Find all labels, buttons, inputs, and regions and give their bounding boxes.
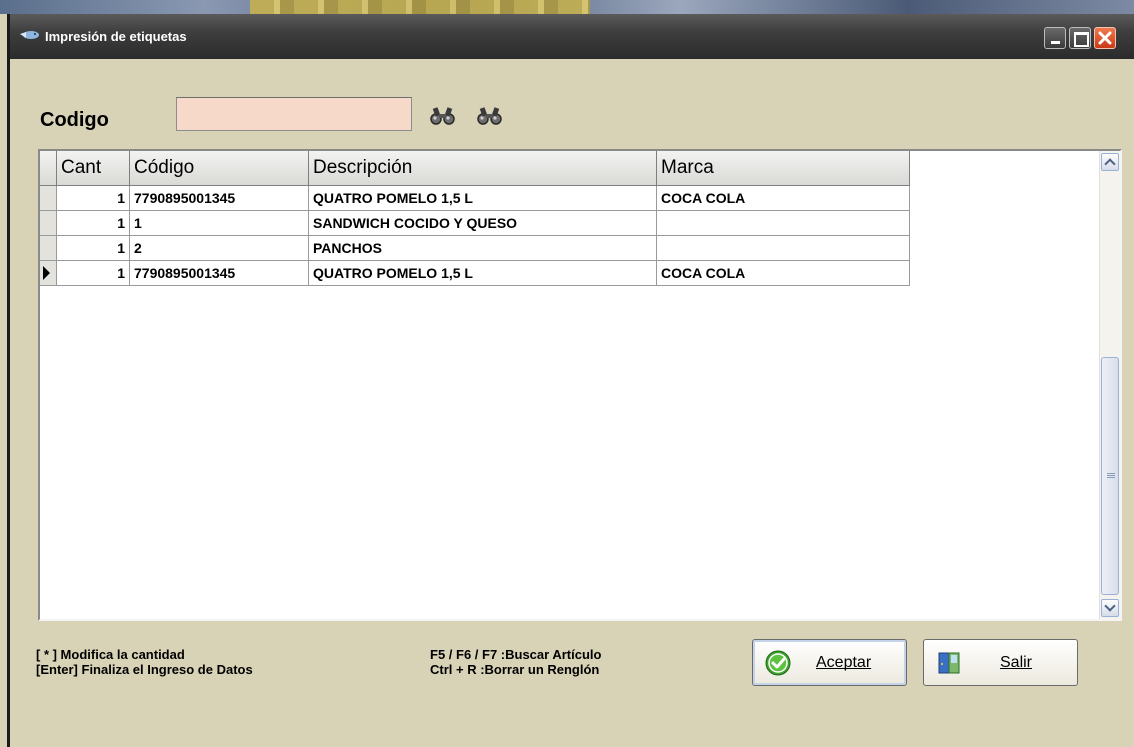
cell-descripcion[interactable]: SANDWICH COCIDO Y QUESO — [308, 210, 657, 236]
vertical-scrollbar[interactable] — [1099, 151, 1120, 619]
maximize-button[interactable] — [1069, 27, 1091, 49]
close-button[interactable] — [1094, 27, 1116, 49]
scroll-grip — [1107, 473, 1115, 479]
cell-marca[interactable] — [656, 210, 910, 236]
desktop-background-decoration — [250, 0, 590, 14]
cell-cant[interactable]: 1 — [56, 210, 130, 236]
items-table: Cant Código Descripción Marca 1 77908950… — [40, 151, 910, 286]
exit-door-icon — [938, 652, 960, 674]
table-row[interactable]: 1 1 SANDWICH COCIDO Y QUESO — [40, 210, 910, 236]
salir-button[interactable]: Salir — [923, 639, 1078, 686]
minimize-button[interactable] — [1044, 27, 1066, 49]
help-modify-quantity: [ * ] Modifica la cantidad — [36, 647, 185, 662]
cell-codigo[interactable]: 7790895001345 — [129, 185, 309, 211]
form-body: Codigo Cant Código Descripción Marca 1 7… — [10, 59, 1134, 747]
items-grid[interactable]: Cant Código Descripción Marca 1 77908950… — [38, 149, 1122, 621]
row-selector[interactable] — [40, 210, 57, 236]
title-bar[interactable]: Impresión de etiquetas — [10, 14, 1134, 59]
app-icon — [20, 31, 39, 39]
column-header-descripcion[interactable]: Descripción — [308, 151, 657, 186]
scroll-up-button[interactable] — [1101, 153, 1119, 171]
row-indicator-header — [40, 151, 57, 186]
cell-cant[interactable]: 1 — [56, 235, 130, 261]
help-text-shortcuts: F5 / F6 / F7 :Buscar Artículo Ctrl + R :… — [430, 647, 601, 677]
column-header-codigo[interactable]: Código — [129, 151, 309, 186]
salir-label: Salir — [1000, 654, 1033, 671]
cell-descripcion[interactable]: QUATRO POMELO 1,5 L — [308, 185, 657, 211]
binoculars-icon[interactable] — [428, 106, 458, 126]
cell-cant[interactable]: 1 — [56, 260, 130, 286]
cell-marca[interactable]: COCA COLA — [656, 260, 910, 286]
codigo-label: Codigo — [40, 109, 109, 131]
cell-cant[interactable]: 1 — [56, 185, 130, 211]
cell-descripcion[interactable]: PANCHOS — [308, 235, 657, 261]
scroll-down-button[interactable] — [1101, 599, 1119, 617]
help-delete-row: Ctrl + R :Borrar un Renglón — [430, 662, 600, 677]
help-search-article: F5 / F6 / F7 :Buscar Artículo — [430, 647, 602, 662]
row-selector[interactable] — [40, 185, 57, 211]
row-selector[interactable] — [40, 235, 57, 261]
table-row[interactable]: 1 7790895001345 QUATRO POMELO 1,5 L COCA… — [40, 260, 910, 286]
column-header-cant[interactable]: Cant — [56, 151, 130, 186]
aceptar-button[interactable]: Aceptar — [752, 639, 907, 686]
codigo-input[interactable] — [176, 97, 412, 131]
help-finish-entry: [Enter] Finaliza el Ingreso de Datos — [36, 662, 253, 677]
app-window: Impresión de etiquetas Codigo Cant Códig… — [7, 14, 1134, 747]
scroll-thumb[interactable] — [1101, 357, 1119, 595]
cell-marca[interactable]: COCA COLA — [656, 185, 910, 211]
window-title: Impresión de etiquetas — [45, 29, 187, 44]
current-row-indicator[interactable] — [40, 260, 57, 286]
cell-codigo[interactable]: 1 — [129, 210, 309, 236]
close-icon — [1098, 31, 1112, 45]
binoculars-icon[interactable] — [475, 106, 505, 126]
cell-codigo[interactable]: 7790895001345 — [129, 260, 309, 286]
table-row[interactable]: 1 2 PANCHOS — [40, 235, 910, 261]
table-row[interactable]: 1 7790895001345 QUATRO POMELO 1,5 L COCA… — [40, 185, 910, 211]
cell-descripcion[interactable]: QUATRO POMELO 1,5 L — [308, 260, 657, 286]
help-text-left: [ * ] Modifica la cantidad [Enter] Final… — [36, 647, 253, 677]
check-circle-icon — [765, 650, 791, 676]
grid-header-row: Cant Código Descripción Marca — [40, 151, 910, 186]
column-header-marca[interactable]: Marca — [656, 151, 910, 186]
cell-codigo[interactable]: 2 — [129, 235, 309, 261]
cell-marca[interactable] — [656, 235, 910, 261]
aceptar-label: Aceptar — [816, 654, 872, 671]
